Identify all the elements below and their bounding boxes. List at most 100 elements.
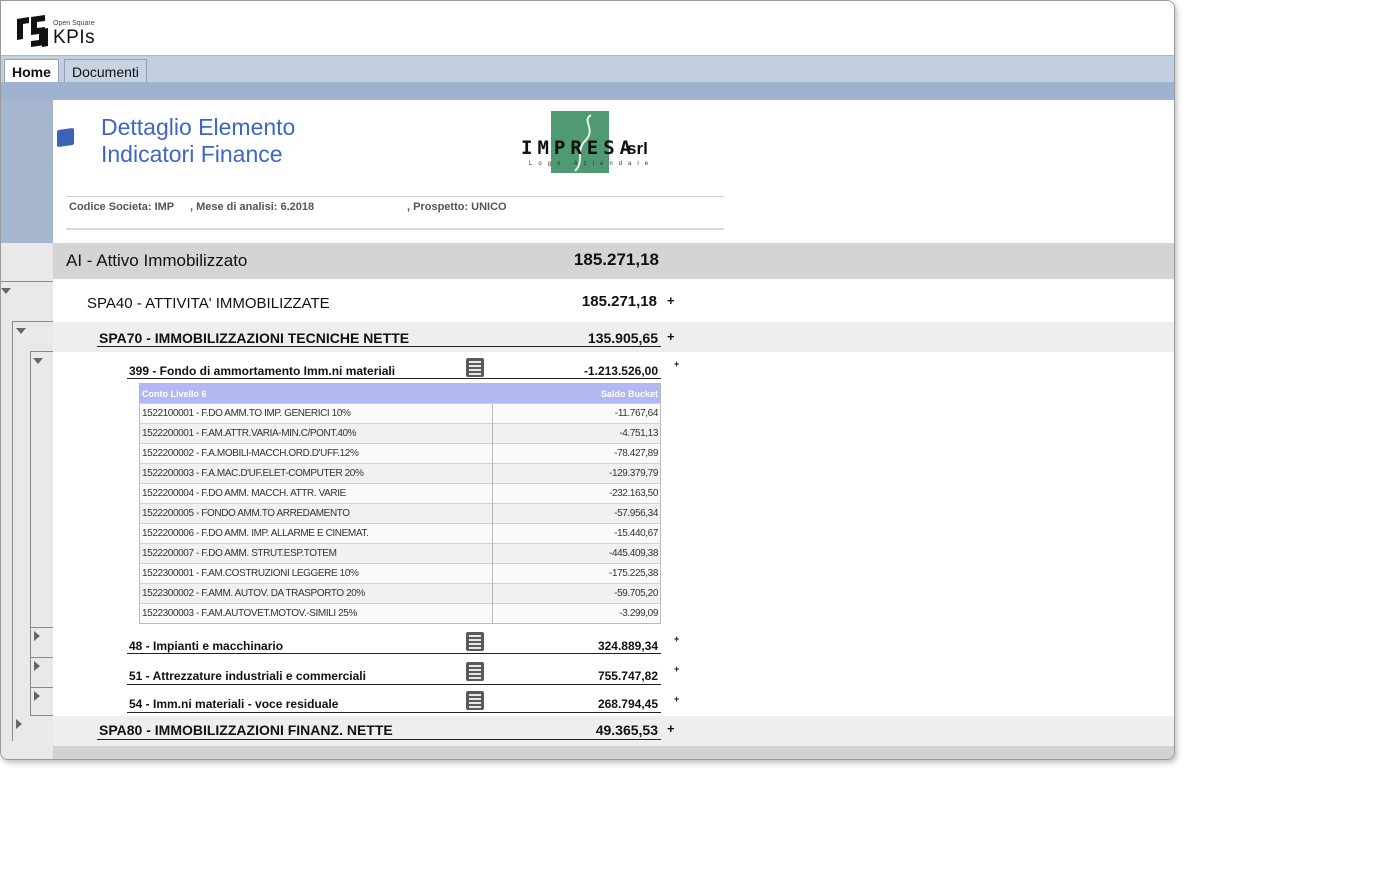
row-48-label[interactable]: 48 - Impianti e macchinario — [129, 639, 283, 653]
row-spa80-label[interactable]: SPA80 - IMMOBILIZZAZIONI FINANZ. NETTE — [99, 722, 393, 738]
top-bar: Open Square KPIs — [1, 1, 1174, 55]
row-spa70-label[interactable]: SPA70 - IMMOBILIZZAZIONI TECNICHE NETTE — [99, 330, 409, 346]
row-54-label[interactable]: 54 - Imm.ni materiali - voce residuale — [129, 697, 338, 711]
tree-line — [30, 657, 53, 658]
tree-line — [30, 627, 31, 657]
calculator-icon[interactable] — [466, 662, 484, 681]
table-cell-saldo: -78.427,89 — [491, 443, 661, 464]
tree-line — [30, 657, 31, 687]
table-row[interactable]: 1522300002 - F.AMM. AUTOV. DA TRASPORTO … — [139, 583, 661, 604]
row-spa80-underline — [97, 739, 661, 740]
mese-analisi: , Mese di analisi: 6.2018 — [190, 201, 315, 213]
row-spa70-underline — [97, 346, 661, 347]
table-row[interactable]: 1522200003 - F.A.MAC.D'UF.ELET-COMPUTER … — [139, 463, 661, 484]
table-row[interactable]: 1522200001 - F.AM.ATTR.VARIA-MIN.C/PONT.… — [139, 423, 661, 444]
table-row[interactable]: 1522200005 - FONDO AMM.TO ARREDAMENTO -57… — [139, 503, 661, 524]
table-row[interactable]: 1522200002 - F.A.MOBILI-MACCH.ORD.D'UFF.… — [139, 443, 661, 464]
expand-51-icon[interactable] — [34, 661, 40, 671]
table-cell-saldo: -11.767,64 — [491, 403, 661, 424]
table-row[interactable]: 1522200004 - F.DO AMM. MACCH. ATTR. VARI… — [139, 483, 661, 504]
page-title-line2: Indicatori Finance — [101, 141, 283, 167]
row-48-value: 324.889,34 — [597, 639, 658, 653]
tree-line — [30, 627, 53, 628]
table-row[interactable]: 1522100001 - F.DO AMM.TO IMP. GENERICI 1… — [139, 403, 661, 424]
table-cell-conto: 1522200007 - F.DO AMM. STRUT.ESP.TOTEM — [139, 543, 492, 564]
row-48-underline — [127, 653, 661, 654]
table-cell-conto: 1522200005 - FONDO AMM.TO ARREDAMENTO — [139, 503, 492, 524]
collapse-spa70-icon[interactable] — [16, 328, 26, 334]
tree-line — [12, 321, 13, 741]
row-51-value: 755.747,82 — [597, 669, 658, 683]
expand-54-plus[interactable]: + — [674, 694, 679, 704]
company-logo-text: IMPRESA — [521, 137, 637, 159]
expand-spa80-plus[interactable]: + — [667, 721, 675, 736]
table-row[interactable]: 1522300001 - F.AM.COSTRUZIONI LEGGERE 10… — [139, 563, 661, 584]
row-spa40-label[interactable]: SPA40 - ATTIVITA' IMMOBILIZZATE — [87, 295, 330, 312]
company-logo-suffix: srl — [627, 139, 648, 158]
tree-line — [30, 687, 53, 688]
tab-documenti[interactable]: Documenti — [64, 59, 147, 82]
table-cell-saldo: -15.440,67 — [491, 523, 661, 544]
kpis-logo: Open Square KPIs — [15, 13, 125, 49]
table-cell-conto: 1522200006 - F.DO AMM. IMP. ALLARME E CI… — [139, 523, 492, 544]
row-54-underline — [127, 712, 661, 713]
table-cell-conto: 1522200001 - F.AM.ATTR.VARIA-MIN.C/PONT.… — [139, 423, 492, 444]
calculator-icon[interactable] — [466, 632, 484, 651]
detail-table-header: Conto Livello 6 Saldo Bucket — [139, 383, 661, 404]
page-title-line1: Dettaglio Elemento — [101, 114, 296, 140]
company-logo: IMPRESA srl Logo Aziendale — [521, 111, 651, 177]
row-399-underline — [127, 378, 661, 379]
table-cell-saldo: -232.163,50 — [491, 483, 661, 504]
table-cell-conto: 1522300003 - F.AM.AUTOVET.MOTOV.-SIMILI … — [139, 603, 492, 624]
table-row[interactable]: 1522200006 - F.DO AMM. IMP. ALLARME E CI… — [139, 523, 661, 544]
tab-bar: Home Documenti — [1, 55, 1174, 83]
column-saldo: Saldo Bucket — [492, 383, 661, 404]
table-row[interactable]: 1522200007 - F.DO AMM. STRUT.ESP.TOTEM -4… — [139, 543, 661, 564]
header-divider-bottom — [66, 228, 724, 230]
row-51-label[interactable]: 51 - Attrezzature industriali e commerci… — [129, 669, 366, 683]
table-cell-saldo: -57.956,34 — [491, 503, 661, 524]
calculator-icon[interactable] — [466, 691, 484, 710]
table-cell-conto: 1522300002 - F.AMM. AUTOV. DA TRASPORTO … — [139, 583, 492, 604]
prospetto: , Prospetto: UNICO — [407, 201, 507, 213]
row-ai-value: 185.271,18 — [573, 250, 659, 269]
row-399-value: -1.213.526,00 — [583, 364, 658, 378]
blue-strip — [1, 82, 1174, 100]
collapse-399-icon[interactable] — [33, 358, 43, 364]
tree-line — [30, 715, 53, 716]
row-ai-label[interactable]: AI - Attivo Immobilizzato — [66, 251, 247, 271]
tree-line — [12, 321, 53, 322]
collapse-spa40-icon[interactable] — [1, 288, 11, 294]
table-cell-conto: 1522300001 - F.AM.COSTRUZIONI LEGGERE 10… — [139, 563, 492, 584]
bottom-band — [53, 746, 1174, 759]
tree-line — [1, 281, 53, 282]
table-cell-saldo: -4.751,13 — [491, 423, 661, 444]
table-cell-saldo: -3.299,09 — [491, 603, 661, 624]
row-54-value: 268.794,45 — [597, 697, 658, 711]
app-window: Open Square KPIs Home Documenti Dettagli… — [0, 0, 1175, 760]
expand-spa70-plus[interactable]: + — [667, 329, 675, 344]
header-divider-top — [66, 196, 724, 197]
table-cell-conto: 1522200003 - F.A.MAC.D'UF.ELET-COMPUTER … — [139, 463, 492, 484]
expand-399-plus[interactable]: + — [674, 359, 679, 369]
tree-line — [30, 351, 53, 352]
expand-48-icon[interactable] — [34, 631, 40, 641]
expand-48-plus[interactable]: + — [674, 634, 679, 644]
detail-table: Conto Livello 6 Saldo Bucket 1522100001 … — [139, 383, 661, 624]
tree-line — [30, 687, 31, 715]
row-spa40-value: 185.271,18 — [581, 293, 657, 310]
codice-societa: Codice Societa: IMP — [69, 201, 175, 213]
table-cell-saldo: -175.225,38 — [491, 563, 661, 584]
left-panel-header — [1, 100, 53, 243]
title-bullet-icon — [57, 127, 74, 148]
row-spa70-value: 135.905,65 — [587, 330, 658, 346]
table-row[interactable]: 1522300003 - F.AM.AUTOVET.MOTOV.-SIMILI … — [139, 603, 661, 624]
calculator-icon[interactable] — [466, 358, 484, 377]
expand-spa40-plus[interactable]: + — [667, 293, 675, 308]
expand-51-plus[interactable]: + — [674, 664, 679, 674]
logo-main-text: KPIs — [53, 27, 96, 48]
row-399-label[interactable]: 399 - Fondo di ammortamento Imm.ni mater… — [129, 364, 395, 378]
expand-spa80-icon[interactable] — [16, 719, 22, 729]
tab-home[interactable]: Home — [4, 59, 59, 83]
expand-54-icon[interactable] — [34, 691, 40, 701]
